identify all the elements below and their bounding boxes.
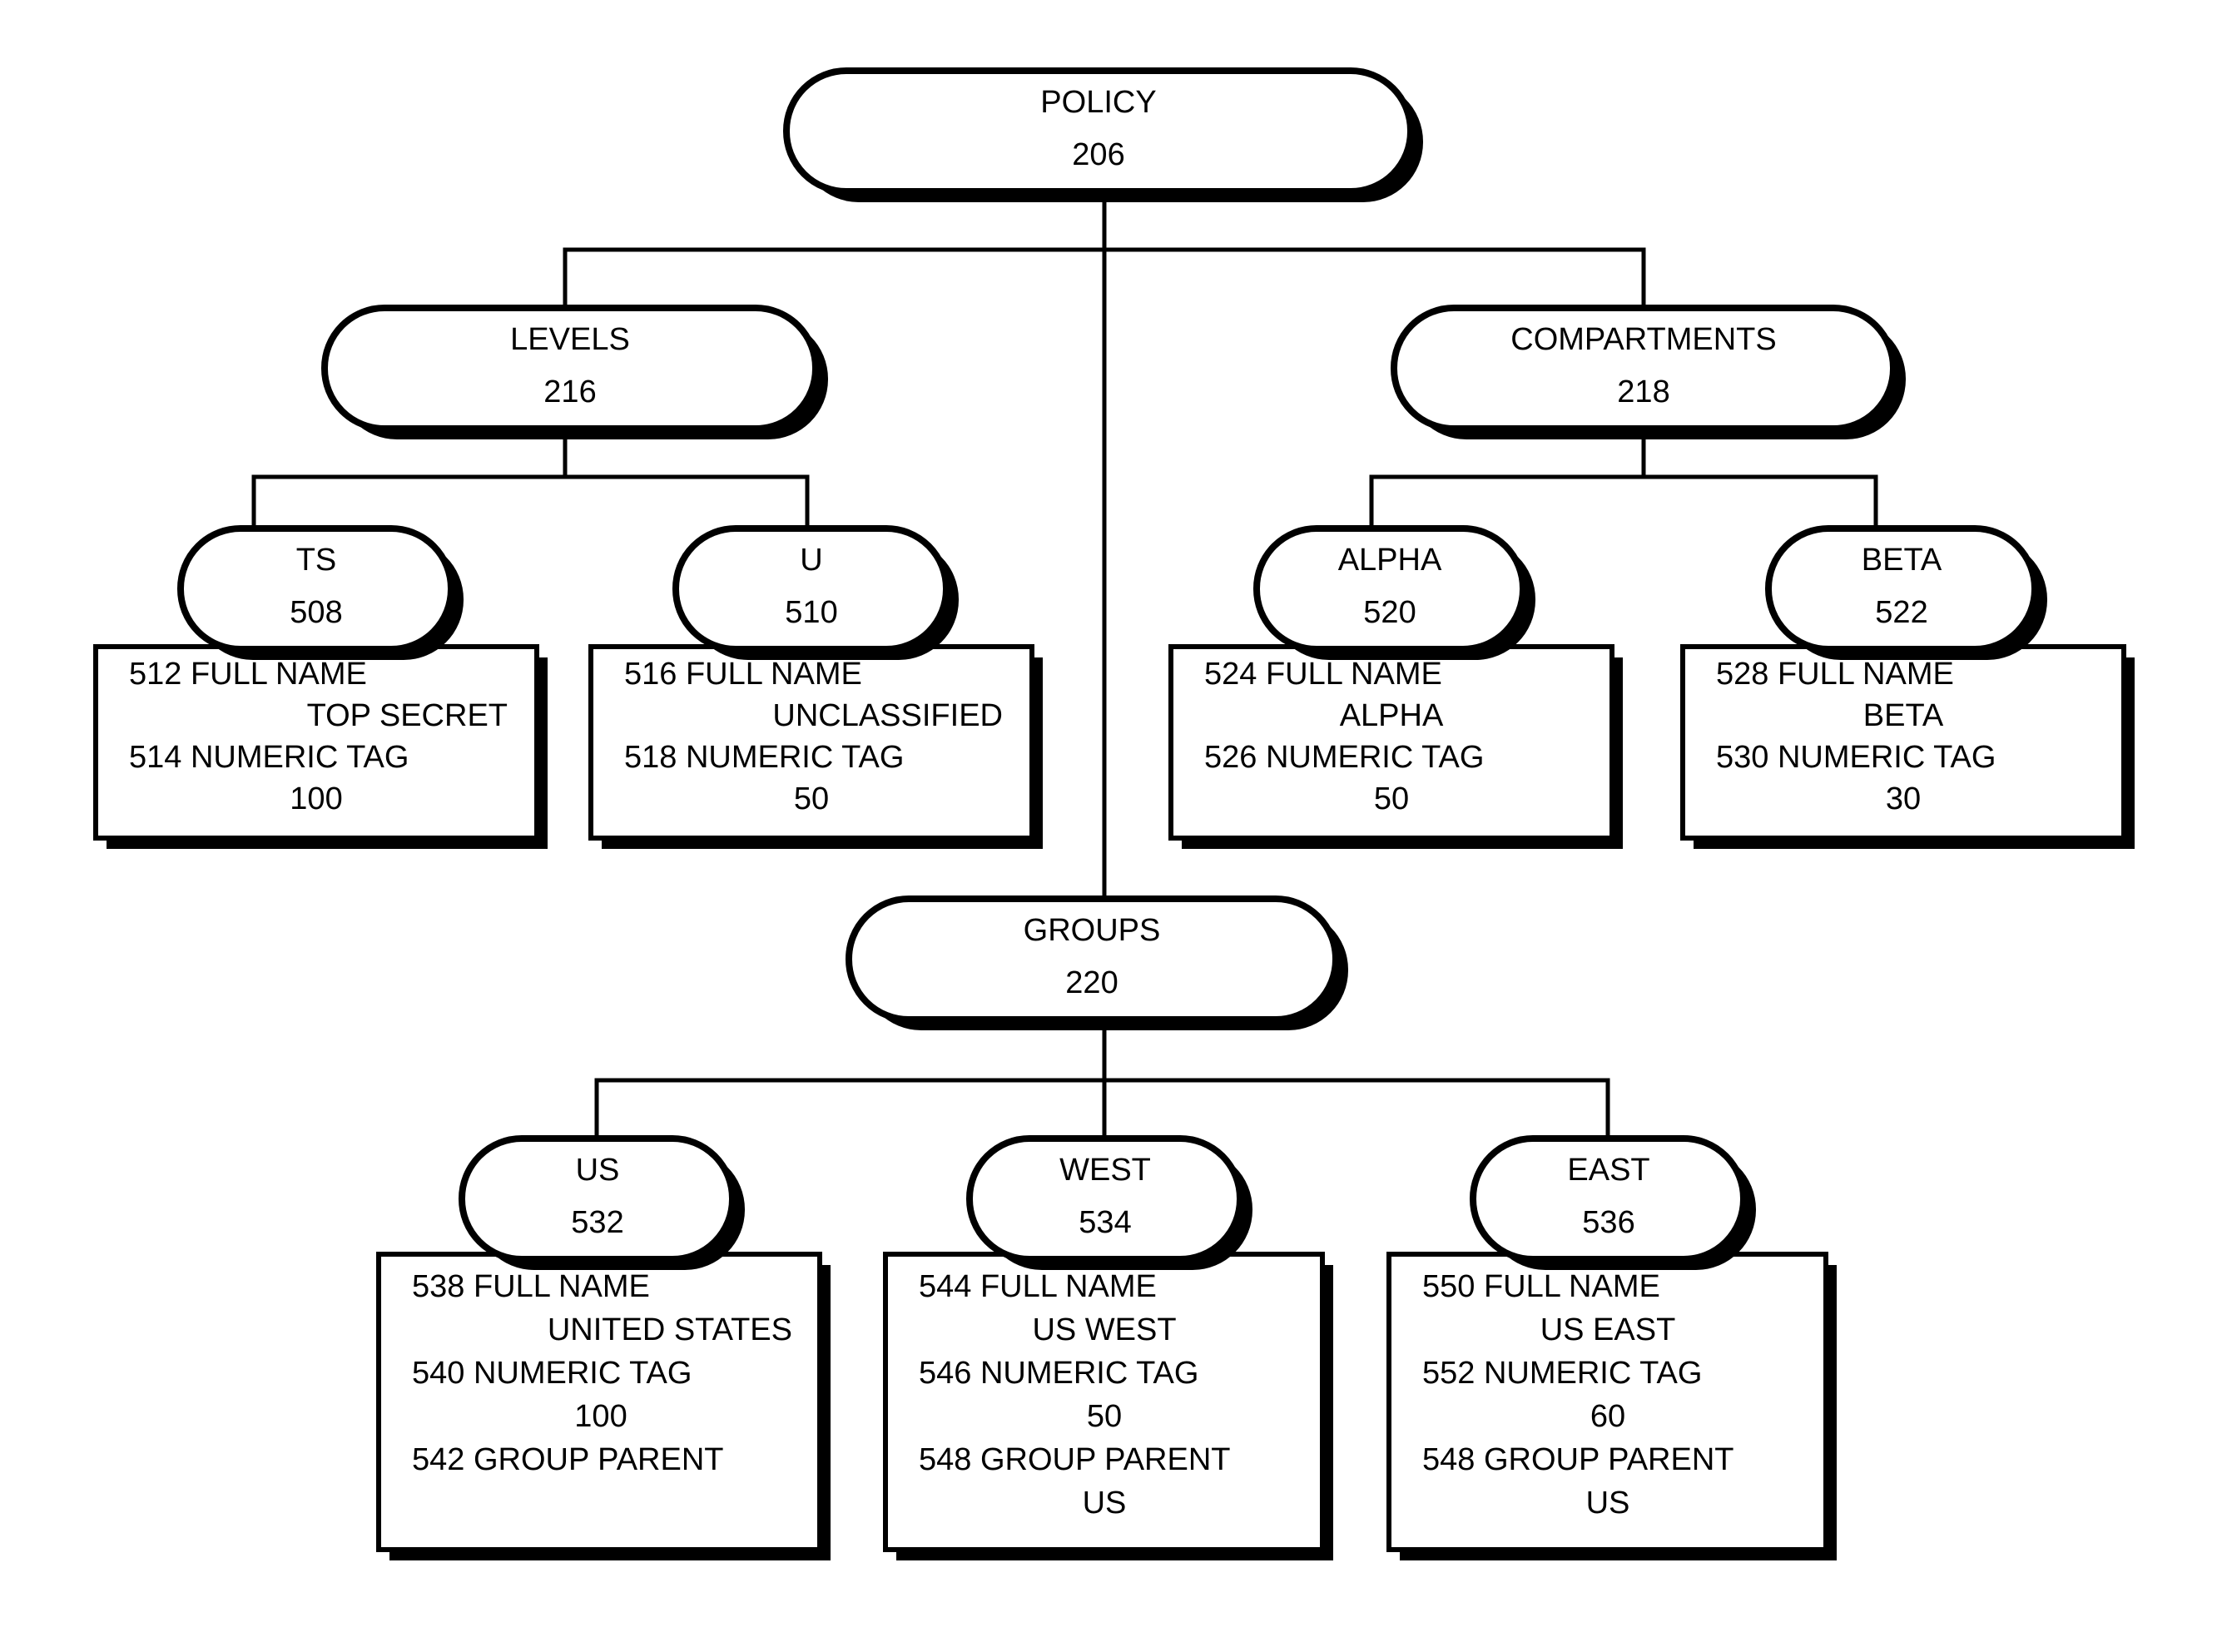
detail-line: 30 bbox=[1886, 781, 1921, 816]
detail-line: 100 bbox=[290, 781, 342, 816]
node-ref: 220 bbox=[1065, 965, 1118, 1000]
detail-line: 546 NUMERIC TAG bbox=[919, 1356, 1198, 1391]
detail-box-u: 516 FULL NAME UNCLASSIFIED 518 NUMERIC T… bbox=[588, 644, 1043, 849]
detail-line: 548 GROUP PARENT bbox=[919, 1442, 1231, 1477]
detail-line: 552 NUMERIC TAG bbox=[1422, 1356, 1702, 1391]
detail-line: US bbox=[1083, 1486, 1127, 1521]
node-us[interactable]: US 532 bbox=[459, 1135, 745, 1270]
detail-line: 530 NUMERIC TAG bbox=[1716, 740, 1996, 775]
detail-line: 50 bbox=[1087, 1399, 1122, 1434]
detail-boxes: 512 FULL NAME TOP SECRET 514 NUMERIC TAG… bbox=[93, 644, 2135, 1560]
detail-line: 512 FULL NAME bbox=[129, 657, 367, 692]
detail-line: 50 bbox=[794, 781, 829, 816]
detail-line: 516 FULL NAME bbox=[624, 657, 862, 692]
detail-line: 528 FULL NAME bbox=[1716, 657, 1954, 692]
node-east[interactable]: EAST 536 bbox=[1470, 1135, 1756, 1270]
node-label: U bbox=[800, 543, 822, 578]
detail-box-west: 544 FULL NAME US WEST 546 NUMERIC TAG 50… bbox=[883, 1252, 1333, 1560]
detail-line: 542 GROUP PARENT bbox=[412, 1442, 724, 1477]
detail-line: US EAST bbox=[1540, 1312, 1676, 1347]
node-ref: 534 bbox=[1079, 1205, 1131, 1240]
detail-box-ts: 512 FULL NAME TOP SECRET 514 NUMERIC TAG… bbox=[93, 644, 548, 849]
diagram-canvas: 512 FULL NAME TOP SECRET 514 NUMERIC TAG… bbox=[0, 0, 2222, 1652]
node-ref: 520 bbox=[1363, 595, 1416, 630]
detail-box-east: 550 FULL NAME US EAST 552 NUMERIC TAG 60… bbox=[1386, 1252, 1837, 1560]
detail-line: US bbox=[1586, 1486, 1630, 1521]
node-ref: 508 bbox=[290, 595, 342, 630]
detail-line: 544 FULL NAME bbox=[919, 1269, 1157, 1304]
node-label: GROUPS bbox=[1024, 913, 1161, 948]
detail-line: 518 NUMERIC TAG bbox=[624, 740, 904, 775]
detail-line: 524 FULL NAME bbox=[1204, 657, 1442, 692]
node-label: TS bbox=[296, 543, 337, 578]
node-ref: 532 bbox=[571, 1205, 623, 1240]
node-levels[interactable]: LEVELS 216 bbox=[321, 305, 828, 439]
policy-structure-diagram: 512 FULL NAME TOP SECRET 514 NUMERIC TAG… bbox=[93, 67, 2135, 1560]
detail-line: 50 bbox=[1374, 781, 1409, 816]
detail-line: 60 bbox=[1590, 1399, 1625, 1434]
detail-line: 540 NUMERIC TAG bbox=[412, 1356, 692, 1391]
node-alpha[interactable]: ALPHA 520 bbox=[1253, 525, 1535, 660]
node-ref: 206 bbox=[1072, 137, 1124, 172]
detail-line: UNCLASSIFIED bbox=[772, 698, 1003, 733]
node-ref: 536 bbox=[1582, 1205, 1634, 1240]
detail-box-us: 538 FULL NAME UNITED STATES 540 NUMERIC … bbox=[376, 1252, 831, 1560]
detail-line: US WEST bbox=[1032, 1312, 1176, 1347]
detail-line: BETA bbox=[1863, 698, 1944, 733]
node-label: COMPARTMENTS bbox=[1510, 322, 1777, 357]
detail-box-alpha: 524 FULL NAME ALPHA 526 NUMERIC TAG 50 bbox=[1168, 644, 1623, 849]
node-ref: 522 bbox=[1875, 595, 1927, 630]
detail-line: 550 FULL NAME bbox=[1422, 1269, 1660, 1304]
node-policy[interactable]: POLICY 206 bbox=[783, 67, 1423, 202]
node-label: LEVELS bbox=[510, 322, 630, 357]
detail-line: TOP SECRET bbox=[307, 698, 508, 733]
detail-line: 538 FULL NAME bbox=[412, 1269, 650, 1304]
node-west[interactable]: WEST 534 bbox=[966, 1135, 1252, 1270]
detail-line: 100 bbox=[574, 1399, 627, 1434]
node-groups[interactable]: GROUPS 220 bbox=[846, 895, 1348, 1030]
detail-line: 514 NUMERIC TAG bbox=[129, 740, 409, 775]
node-compartments[interactable]: COMPARTMENTS 218 bbox=[1391, 305, 1906, 439]
node-label: EAST bbox=[1567, 1153, 1649, 1188]
detail-line: ALPHA bbox=[1340, 698, 1444, 733]
detail-line: 526 NUMERIC TAG bbox=[1204, 740, 1484, 775]
node-ref: 216 bbox=[543, 375, 596, 409]
node-beta[interactable]: BETA 522 bbox=[1765, 525, 2047, 660]
node-ref: 218 bbox=[1617, 375, 1669, 409]
node-ref: 510 bbox=[785, 595, 837, 630]
node-label: BETA bbox=[1862, 543, 1942, 578]
detail-box-beta: 528 FULL NAME BETA 530 NUMERIC TAG 30 bbox=[1680, 644, 2135, 849]
node-label: WEST bbox=[1059, 1153, 1151, 1188]
node-u[interactable]: U 510 bbox=[672, 525, 959, 660]
detail-line: UNITED STATES bbox=[548, 1312, 792, 1347]
node-label: POLICY bbox=[1040, 85, 1156, 120]
node-ts[interactable]: TS 508 bbox=[177, 525, 464, 660]
detail-line: 548 GROUP PARENT bbox=[1422, 1442, 1734, 1477]
node-label: ALPHA bbox=[1338, 543, 1442, 578]
node-label: US bbox=[576, 1153, 620, 1188]
